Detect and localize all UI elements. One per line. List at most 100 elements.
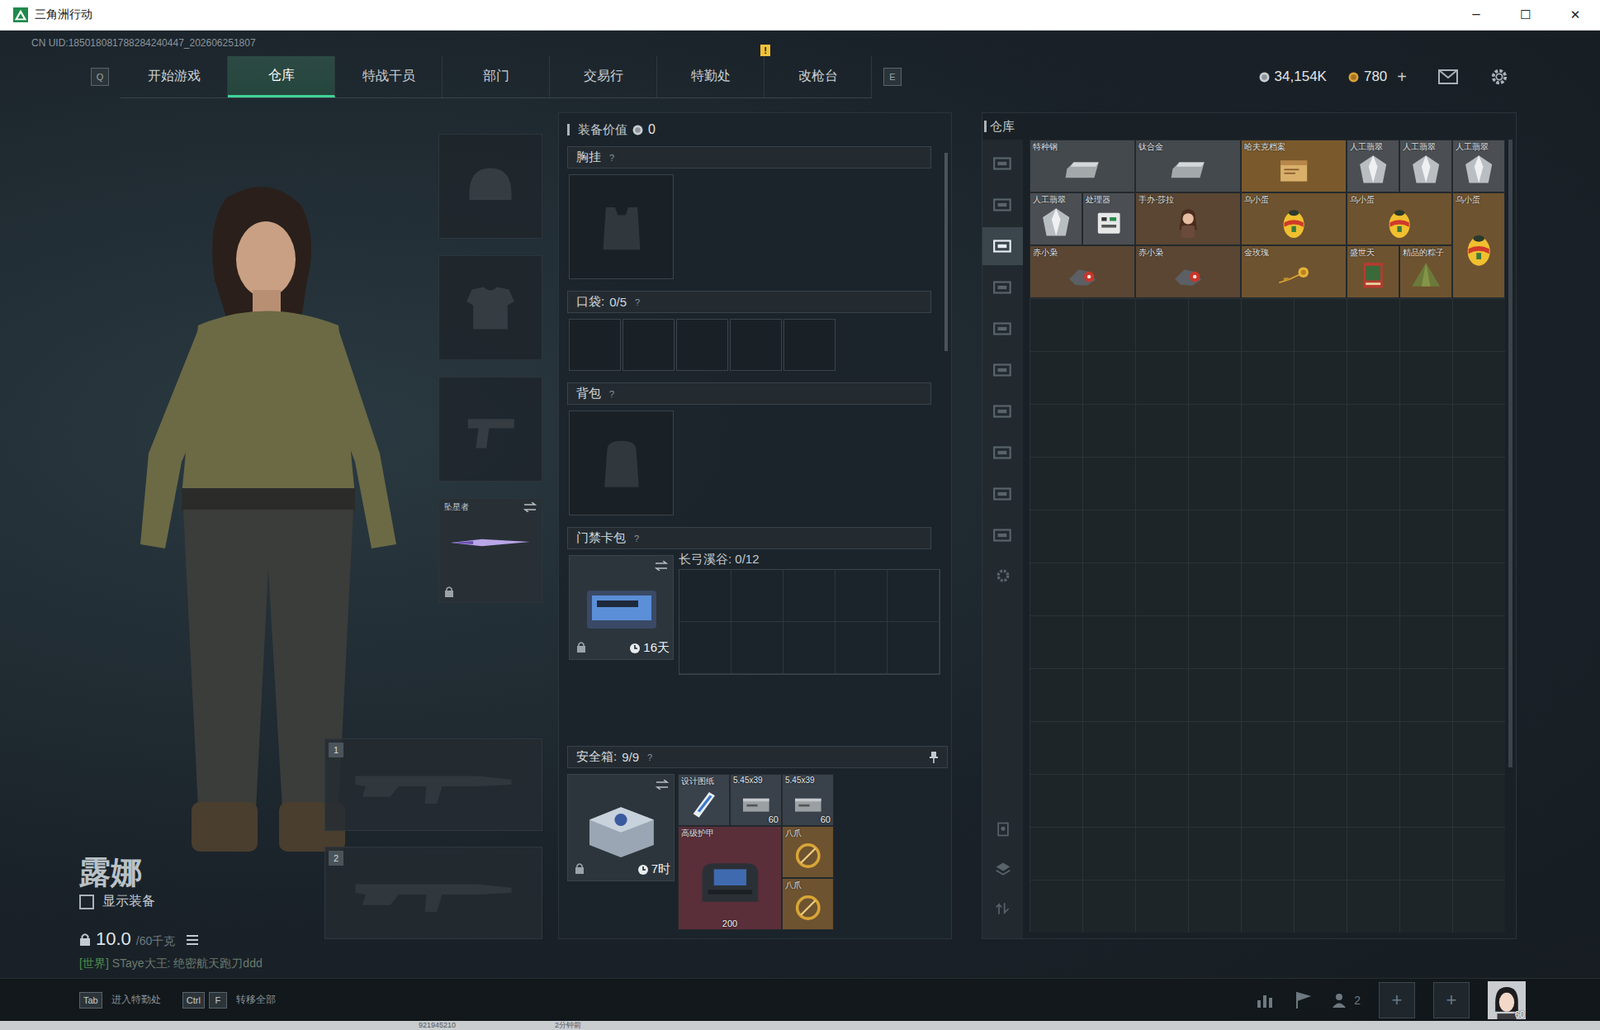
warehouse-tab[interactable]	[982, 144, 1023, 183]
warehouse-tab[interactable]	[982, 515, 1023, 554]
flag-icon[interactable]	[1292, 989, 1313, 1010]
nav-tab[interactable]: 开始游戏	[120, 56, 228, 98]
swap-icon[interactable]	[523, 501, 537, 512]
warehouse-item[interactable]: 赤小枭	[1029, 245, 1136, 299]
warehouse-tab[interactable]	[982, 350, 1023, 389]
warehouse-tab[interactable]	[982, 227, 1023, 266]
weapon-slot[interactable]: 1	[324, 738, 543, 831]
dumpling-icon	[1405, 256, 1446, 294]
warehouse-item[interactable]: 人工翡翠	[1452, 139, 1506, 193]
keycard-cell[interactable]	[783, 621, 836, 674]
warehouse-item[interactable]: 金玫瑰	[1240, 245, 1347, 299]
keycard-cell[interactable]	[731, 569, 784, 622]
nav-tab[interactable]: 部门	[442, 56, 550, 98]
safebox-item[interactable]: 八爪	[781, 825, 834, 878]
buy-button[interactable]: +	[1396, 67, 1407, 87]
friends-button[interactable]: 2	[1330, 989, 1361, 1010]
warehouse-item[interactable]: 精品的粽子	[1399, 245, 1453, 299]
helmet-slot[interactable]	[438, 133, 543, 239]
warehouse-item[interactable]: 人工翡翠	[1029, 192, 1083, 246]
warehouse-item[interactable]: 处理器	[1082, 192, 1136, 246]
keycard-holder-slot[interactable]: 16天	[568, 554, 674, 660]
help-button[interactable]: ?	[634, 297, 640, 308]
warehouse-tab[interactable]	[982, 392, 1023, 431]
safebox-slot[interactable]: 7时	[567, 773, 675, 881]
window-control-button[interactable]: ☐	[1500, 0, 1551, 30]
list-icon[interactable]	[186, 934, 199, 945]
safebox-item[interactable]: 八爪	[781, 877, 834, 930]
window-control-button[interactable]: ─	[1451, 0, 1501, 30]
gear-icon[interactable]	[994, 567, 1012, 584]
egg-icon	[1458, 211, 1499, 287]
keycard-cell[interactable]	[679, 569, 732, 622]
window-control-button[interactable]: ✕	[1550, 0, 1600, 30]
warehouse-item[interactable]: 手办·莎拉	[1135, 192, 1241, 246]
warehouse-item[interactable]: 乌小蛋	[1452, 192, 1506, 299]
warehouse-item[interactable]: 人工翡翠	[1399, 139, 1453, 193]
pocket-slot[interactable]	[622, 318, 675, 371]
arrange-icon[interactable]	[994, 899, 1012, 917]
nav-tab[interactable]: 仓库	[227, 56, 336, 98]
nav-tab[interactable]: 特战干员	[335, 56, 443, 98]
sort-icon[interactable]	[994, 820, 1012, 838]
show-gear-checkbox[interactable]: 显示装备	[79, 892, 323, 910]
safebox-section: 安全箱: 9/9 ? 7时 设计图纸 5.45x39 605.45x39 60高…	[558, 745, 952, 938]
safebox-item[interactable]: 5.45x39 60	[781, 773, 834, 826]
gear-icon[interactable]	[1489, 67, 1510, 86]
safebox-item[interactable]: 高级护甲 200	[677, 825, 782, 930]
warehouse-tab[interactable]	[982, 268, 1023, 307]
help-button[interactable]: ?	[647, 752, 653, 763]
nav-next-key[interactable]: E	[883, 67, 902, 86]
player-avatar[interactable]: 60	[1487, 980, 1526, 1019]
swap-icon[interactable]	[654, 560, 668, 571]
warehouse-item[interactable]: 钛合金	[1135, 139, 1241, 193]
warehouse-tab[interactable]	[982, 433, 1023, 472]
warehouse-item[interactable]: 特种钢	[1029, 139, 1136, 193]
help-button[interactable]: ?	[609, 152, 615, 163]
help-button[interactable]: ?	[609, 388, 615, 399]
melee-slot[interactable]: 坠星者	[438, 497, 543, 603]
nav-tab[interactable]: 交易行	[549, 56, 658, 98]
warehouse-tab[interactable]	[982, 309, 1023, 348]
keycard-cell[interactable]	[887, 569, 940, 622]
warehouse-item[interactable]: 乌小蛋	[1240, 192, 1347, 246]
keycard-cell[interactable]	[887, 621, 940, 674]
keycard-cell[interactable]	[835, 621, 888, 674]
invite-slot[interactable]: +	[1378, 981, 1416, 1018]
keycard-cell[interactable]	[835, 569, 888, 622]
warehouse-item[interactable]: 赤小枭	[1135, 245, 1241, 299]
pocket-slot[interactable]	[783, 318, 836, 371]
pocket-slot[interactable]	[568, 318, 621, 371]
chest-slot[interactable]	[568, 174, 674, 280]
layers-icon[interactable]	[994, 860, 1012, 877]
armor-slot[interactable]	[438, 255, 543, 360]
keycard-cell[interactable]	[731, 621, 784, 674]
nav-tab[interactable]: 特勤处 !	[657, 56, 765, 98]
pocket-slot[interactable]	[676, 318, 729, 371]
key-hint[interactable]: Tab 进入特勤处	[79, 991, 161, 1009]
nav-tab[interactable]: 改枪台	[764, 56, 872, 98]
warehouse-item[interactable]: 乌小蛋	[1346, 192, 1453, 246]
weapon-slot[interactable]: 2	[324, 846, 543, 939]
pin-icon[interactable]	[928, 751, 939, 763]
pistol-slot[interactable]	[438, 376, 543, 482]
mail-icon[interactable]	[1438, 67, 1458, 86]
warehouse-item[interactable]: 哈夫克档案	[1240, 139, 1347, 193]
keycard-cell[interactable]	[679, 621, 732, 674]
swap-icon[interactable]	[655, 779, 669, 790]
keycard-cell[interactable]	[783, 569, 836, 622]
warehouse-tab[interactable]	[982, 474, 1023, 513]
key-hint[interactable]: CtrlF 转移全部	[182, 991, 276, 1009]
safebox-item[interactable]: 5.45x39 60	[729, 773, 782, 826]
nav-prev-key[interactable]: Q	[90, 67, 109, 86]
warehouse-tab[interactable]	[982, 185, 1023, 224]
safebox-item[interactable]: 设计图纸	[677, 773, 730, 826]
pocket-slot[interactable]	[729, 318, 782, 371]
invite-slot[interactable]: +	[1433, 981, 1470, 1018]
warehouse-item[interactable]: 人工翡翠	[1346, 139, 1400, 193]
stats-icon[interactable]	[1254, 989, 1275, 1010]
warehouse-item[interactable]: 盛世天	[1346, 245, 1400, 299]
backpack-slot[interactable]	[568, 410, 674, 516]
help-button[interactable]: ?	[634, 533, 640, 544]
ring-icon	[788, 889, 829, 926]
